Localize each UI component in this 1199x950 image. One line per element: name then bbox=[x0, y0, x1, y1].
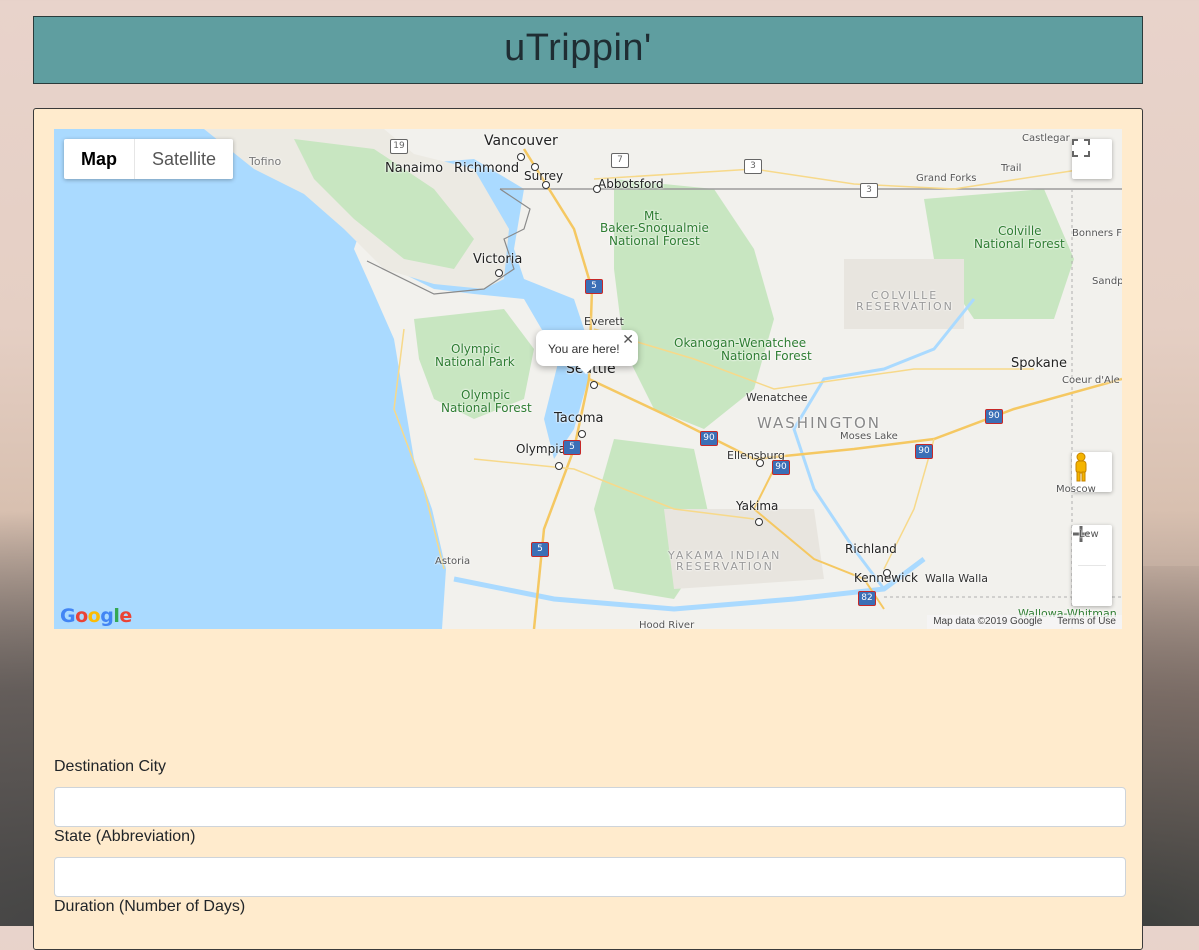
pegman-icon bbox=[1075, 452, 1087, 482]
map-data-credit: Map data ©2019 Google bbox=[933, 616, 1043, 627]
map-type-map-button[interactable]: Map bbox=[64, 139, 135, 179]
highway-shield-i90b: 90 bbox=[772, 460, 790, 475]
highway-shield-i5a: 5 bbox=[585, 279, 603, 294]
city-dot-marker bbox=[495, 269, 503, 277]
map-label-castlegar: Castlegar bbox=[1022, 133, 1070, 144]
state-label: State (Abbreviation) bbox=[54, 828, 196, 845]
map-label-washington: WASHINGTON bbox=[757, 414, 881, 432]
map-type-control: Map Satellite bbox=[64, 139, 234, 179]
main-card: Map Satellite Vancouver Nanaimo Richmond… bbox=[33, 108, 1143, 950]
terms-of-use-link[interactable]: Terms of Use bbox=[1057, 616, 1116, 627]
duration-label: Duration (Number of Days) bbox=[54, 898, 246, 915]
map-label-walla: Walla Walla bbox=[925, 572, 989, 585]
map-label-moses: Moses Lake bbox=[840, 431, 898, 442]
map-label-baker-nf: National Forest bbox=[609, 234, 700, 248]
google-map[interactable]: Map Satellite Vancouver Nanaimo Richmond… bbox=[54, 129, 1122, 629]
map-label-abbotsford: Abbotsford bbox=[598, 177, 664, 191]
map-label-trail: Trail bbox=[1001, 163, 1022, 174]
info-window-text: You are here! bbox=[548, 342, 620, 356]
highway-shield-i82: 82 bbox=[858, 591, 876, 606]
map-attribution: Map data ©2019 Google Terms of Use bbox=[927, 615, 1122, 629]
map-label-sandp: Sandp bbox=[1092, 276, 1122, 287]
fullscreen-button[interactable] bbox=[1072, 139, 1112, 179]
app-header: uTrippin' bbox=[33, 16, 1143, 84]
highway-shield-i90d: 90 bbox=[985, 409, 1003, 424]
google-logo: Google bbox=[60, 605, 132, 627]
state-input[interactable] bbox=[54, 857, 1126, 897]
city-dot-marker bbox=[555, 462, 563, 470]
map-label-colville-nf: National Forest bbox=[974, 237, 1065, 251]
map-label-richland: Richland bbox=[845, 542, 897, 556]
highway-shield-s19: 19 bbox=[390, 139, 408, 154]
map-label-olympia: Olympia bbox=[516, 442, 566, 456]
highway-shield-i90a: 90 bbox=[700, 431, 718, 446]
map-label-baker: Baker-Snoqualmie bbox=[600, 221, 709, 235]
map-label-olympic-np2: National Park bbox=[435, 355, 515, 369]
city-dot-marker bbox=[578, 430, 586, 438]
map-label-vancouver: Vancouver bbox=[484, 133, 558, 149]
city-dot-marker bbox=[542, 181, 550, 189]
destination-city-input[interactable] bbox=[54, 787, 1126, 827]
city-dot-marker bbox=[883, 569, 891, 577]
map-label-bonners: Bonners Fe bbox=[1072, 228, 1122, 239]
map-label-grand-forks: Grand Forks bbox=[916, 173, 977, 184]
zoom-out-button[interactable] bbox=[1072, 532, 1112, 606]
highway-shield-s3b: 3 bbox=[860, 183, 878, 198]
city-dot-marker bbox=[593, 185, 601, 193]
close-icon[interactable]: ✕ bbox=[622, 331, 634, 348]
map-label-astoria: Astoria bbox=[435, 556, 471, 567]
city-dot-marker bbox=[531, 163, 539, 171]
app-title: uTrippin' bbox=[504, 27, 652, 69]
info-window: You are here! ✕ bbox=[536, 330, 638, 374]
city-dot-marker bbox=[517, 153, 525, 161]
map-label-tacoma: Tacoma bbox=[554, 411, 604, 426]
map-label-olympic-np1: Olympic bbox=[451, 342, 501, 356]
map-label-richmond: Richmond bbox=[454, 161, 520, 176]
map-label-colville-res2: RESERVATION bbox=[856, 300, 954, 313]
highway-shield-i5b: 5 bbox=[563, 440, 581, 455]
city-dot-marker bbox=[590, 381, 598, 389]
map-canvas[interactable] bbox=[54, 129, 1122, 629]
city-dot-marker bbox=[756, 459, 764, 467]
map-label-lew: Lew bbox=[1079, 529, 1099, 540]
map-label-nanaimo: Nanaimo bbox=[385, 161, 444, 176]
highway-shield-i90c: 90 bbox=[915, 444, 933, 459]
map-label-victoria: Victoria bbox=[473, 252, 523, 267]
fullscreen-icon bbox=[1072, 139, 1090, 157]
map-label-okanogan2: National Forest bbox=[721, 349, 812, 363]
city-dot-marker bbox=[755, 518, 763, 526]
highway-shield-s7: 7 bbox=[611, 153, 629, 168]
map-label-yakima: Yakima bbox=[736, 499, 779, 513]
map-label-wenatchee: Wenatchee bbox=[746, 391, 808, 404]
map-label-spokane: Spokane bbox=[1011, 356, 1067, 371]
map-label-hood: Hood River bbox=[639, 620, 695, 629]
map-label-yakama2: RESERVATION bbox=[676, 560, 774, 573]
highway-shield-i5c: 5 bbox=[531, 542, 549, 557]
map-label-everett: Everett bbox=[584, 315, 624, 328]
map-label-olympic-nf1: Olympic bbox=[461, 388, 511, 402]
destination-city-label: Destination City bbox=[54, 758, 167, 775]
map-label-colville: Colville bbox=[998, 224, 1042, 238]
map-label-moscow: Moscow bbox=[1056, 484, 1096, 495]
map-type-satellite-button[interactable]: Satellite bbox=[135, 139, 233, 179]
map-label-okanogan1: Okanogan-Wenatchee bbox=[674, 336, 807, 350]
map-label-coeur: Coeur d'Ale bbox=[1062, 375, 1120, 386]
highway-shield-s3a: 3 bbox=[744, 159, 762, 174]
map-label-olympic-nf2: National Forest bbox=[441, 401, 532, 415]
map-label-tofino: Tofino bbox=[249, 155, 282, 168]
